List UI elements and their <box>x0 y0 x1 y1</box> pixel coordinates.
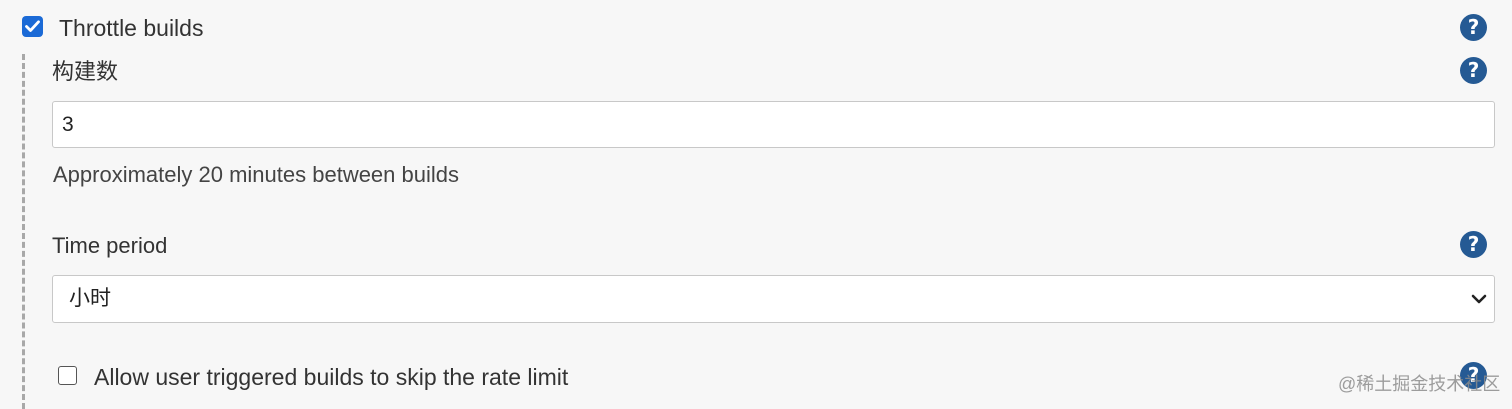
nested-section-divider <box>22 54 25 409</box>
chevron-down-icon <box>1471 294 1487 304</box>
build-count-input[interactable] <box>52 101 1495 148</box>
skip-rate-limit-label: Allow user triggered builds to skip the … <box>94 364 569 390</box>
time-period-selected-value: 小时 <box>69 287 111 310</box>
build-count-help-icon[interactable]: ? <box>1460 57 1487 84</box>
checkmark-icon <box>25 20 40 32</box>
throttle-settings-panel: Throttle builds ? 构建数 ? Approximately 20… <box>0 0 1512 409</box>
time-period-label: Time period <box>52 233 168 258</box>
build-count-label: 构建数 <box>52 59 119 84</box>
build-interval-hint: Approximately 20 minutes between builds <box>53 162 460 187</box>
throttle-builds-label: Throttle builds <box>59 15 204 41</box>
throttle-help-icon[interactable]: ? <box>1460 14 1487 41</box>
time-period-select[interactable]: 小时 <box>52 275 1495 323</box>
throttle-builds-checkbox[interactable] <box>22 16 43 37</box>
time-period-help-icon[interactable]: ? <box>1460 231 1487 258</box>
watermark-text: @稀土掘金技术社区 <box>1338 374 1501 394</box>
skip-rate-limit-checkbox[interactable] <box>58 366 77 385</box>
